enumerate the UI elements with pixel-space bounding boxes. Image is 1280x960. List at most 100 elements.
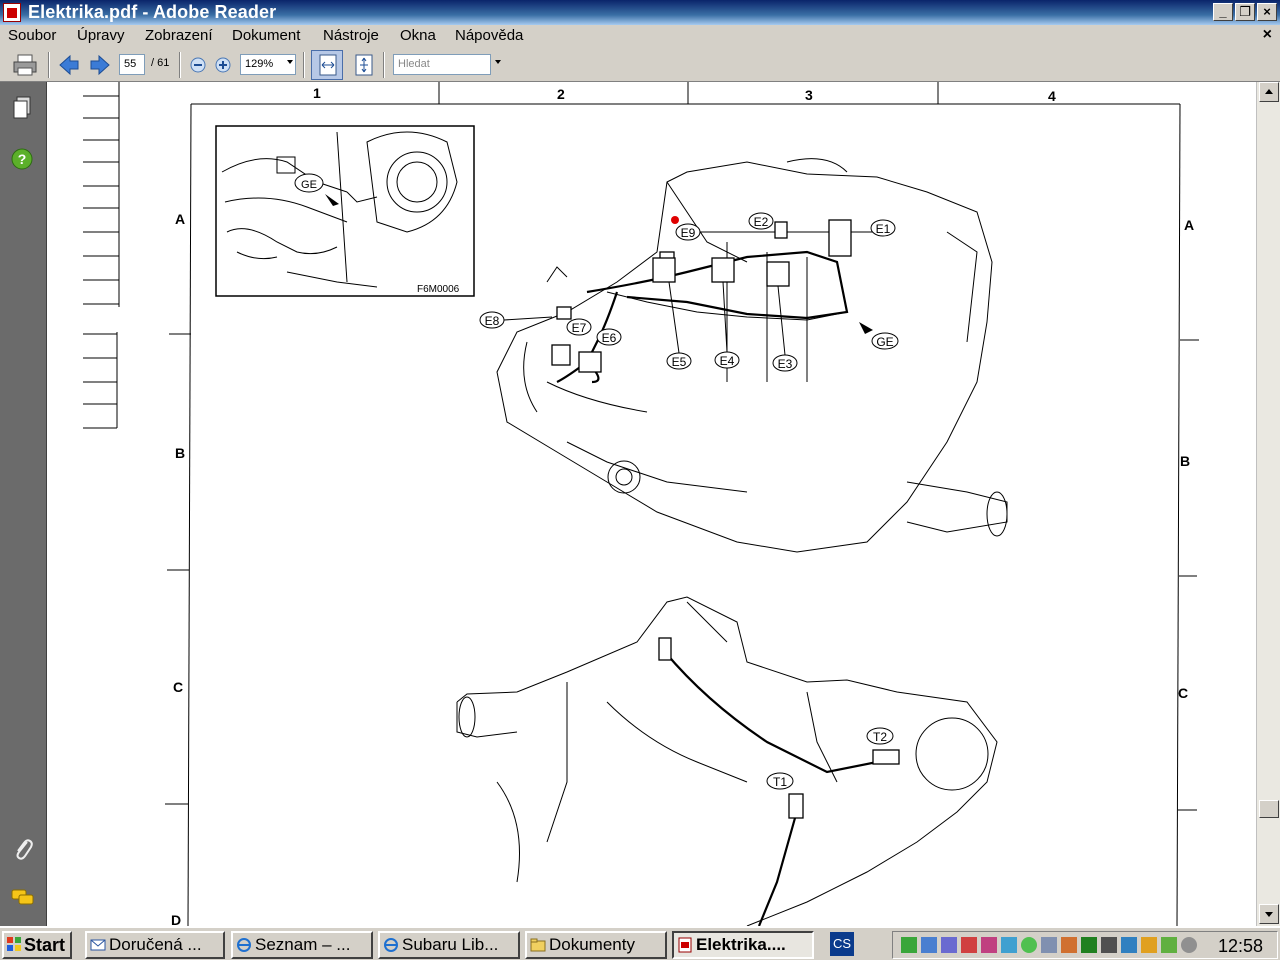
task-seznam[interactable]: Seznam – ... (231, 931, 373, 959)
tray-app-icon[interactable] (1141, 937, 1157, 953)
callout-label: T1 (773, 775, 787, 789)
callout-label: T2 (873, 730, 887, 744)
row-label: A (1184, 217, 1194, 233)
task-label: Seznam – ... (255, 935, 351, 954)
tray-app-icon[interactable] (981, 937, 997, 953)
vertical-scrollbar[interactable] (1256, 82, 1280, 926)
task-label: Subaru Lib... (402, 935, 499, 954)
scroll-down-button[interactable] (1259, 904, 1279, 924)
search-dropdown-icon[interactable] (495, 60, 501, 64)
scroll-thumb[interactable] (1259, 800, 1279, 818)
task-label: Elektrika.... (696, 935, 786, 954)
tray-app-icon[interactable] (941, 937, 957, 953)
window-title: Elektrika.pdf - Adobe Reader (28, 2, 277, 22)
task-label: Dokumenty (549, 935, 635, 954)
menu-nastroje[interactable]: Nástroje (323, 27, 379, 44)
column-label: 1 (313, 85, 321, 101)
column-label: 2 (557, 86, 565, 102)
toolbar-separator (383, 52, 385, 78)
menu-upravy[interactable]: Úpravy (77, 27, 125, 44)
menu-okna[interactable]: Okna (400, 27, 436, 44)
zoom-out-icon[interactable] (188, 53, 208, 77)
inset-code: F6M0006 (417, 284, 460, 295)
callout-label: E7 (572, 321, 587, 335)
internet-explorer-icon (237, 938, 251, 952)
callout-label: E4 (720, 354, 735, 368)
pages-icon[interactable] (12, 96, 32, 120)
mail-icon (90, 939, 106, 951)
previous-page-icon[interactable] (57, 53, 81, 77)
arrow-up-icon (1265, 89, 1273, 94)
menu-napoveda[interactable]: Nápověda (455, 27, 523, 44)
attachments-icon[interactable] (12, 837, 34, 861)
tray-app-icon[interactable] (1001, 937, 1017, 953)
document-view[interactable]: 1 2 3 4 A B C D A B C GE F6M0006 E9 E2 E… (47, 82, 1256, 926)
svg-text:?: ? (18, 151, 27, 167)
sensor-harness (664, 651, 878, 926)
search-icon[interactable] (1041, 937, 1057, 953)
title-bar[interactable]: Elektrika.pdf - Adobe Reader _ ❐ × (0, 0, 1280, 25)
minimize-button[interactable]: _ (1213, 3, 1233, 21)
column-label: 4 (1048, 88, 1056, 104)
menu-soubor[interactable]: Soubor (8, 27, 56, 44)
system-tray: 12:58 (892, 931, 1278, 959)
task-elektrika[interactable]: Elektrika.... (672, 931, 814, 959)
task-doručena[interactable]: Doručená ... (85, 931, 225, 959)
scroll-up-button[interactable] (1259, 82, 1279, 102)
page-count: / 61 (151, 57, 170, 69)
menu-bar: Soubor Úpravy Zobrazení Dokument Nástroj… (0, 25, 1280, 47)
clock[interactable]: 12:58 (1218, 936, 1263, 957)
internet-explorer-icon (384, 938, 398, 952)
next-page-icon[interactable] (88, 53, 112, 77)
callout-label: E6 (602, 331, 617, 345)
task-dokumenty[interactable]: Dokumenty (525, 931, 667, 959)
toolbar-separator (48, 52, 50, 78)
tray-app-icon[interactable] (1161, 937, 1177, 953)
tray-app-icon[interactable] (1181, 937, 1197, 953)
navigation-panel: ? (0, 82, 47, 926)
print-icon[interactable] (12, 53, 38, 77)
zoom-in-icon[interactable] (213, 53, 233, 77)
wiring-diagram-page: 1 2 3 4 A B C D A B C GE F6M0006 E9 E2 E… (83, 82, 1199, 926)
language-indicator[interactable]: CS (830, 932, 854, 956)
page-number-input[interactable]: 55 (119, 54, 145, 75)
tray-app-icon[interactable] (961, 937, 977, 953)
play-icon[interactable] (1081, 937, 1097, 953)
taskbar: Start Doručená ... Seznam – ... Subaru L… (0, 926, 1280, 960)
task-subaru[interactable]: Subaru Lib... (378, 931, 520, 959)
fit-width-button[interactable] (311, 50, 343, 80)
menu-zobrazeni[interactable]: Zobrazení (145, 27, 213, 44)
close-button[interactable]: × (1257, 3, 1277, 21)
start-button[interactable]: Start (2, 931, 72, 959)
network-icon[interactable] (1121, 937, 1137, 953)
adobe-reader-icon (3, 3, 21, 22)
fit-width-icon (319, 54, 337, 76)
menu-dokument[interactable]: Dokument (232, 27, 300, 44)
folder-icon (530, 938, 546, 952)
restore-button[interactable]: ❐ (1235, 3, 1255, 21)
pdf-icon (678, 937, 692, 953)
windows-logo-icon (7, 937, 21, 951)
tray-app-icon[interactable] (1101, 937, 1117, 953)
task-label: Doručená ... (109, 935, 202, 954)
comments-icon[interactable] (10, 887, 36, 909)
tray-app-icon[interactable] (901, 937, 917, 953)
callout-label: GE (876, 335, 893, 349)
help-icon[interactable]: ? (11, 148, 33, 170)
search-input[interactable]: Hledat (393, 54, 491, 75)
row-label: C (1178, 685, 1188, 701)
red-dot-marker (671, 216, 679, 224)
zoom-dropdown-icon[interactable] (287, 60, 293, 64)
callout-label: E5 (672, 355, 687, 369)
tray-app-icon[interactable] (921, 937, 937, 953)
zoom-input[interactable]: 129% (240, 54, 296, 75)
callout-label: E3 (778, 357, 793, 371)
fit-page-icon[interactable] (353, 53, 375, 77)
arrow-icon (859, 322, 873, 334)
volume-icon[interactable] (1061, 937, 1077, 953)
callout-label: GE (301, 179, 317, 191)
toolbar-separator (179, 52, 181, 78)
tray-app-icon[interactable] (1021, 937, 1037, 953)
close-document-icon[interactable]: × (1263, 26, 1272, 44)
toolbar-separator (303, 52, 305, 78)
